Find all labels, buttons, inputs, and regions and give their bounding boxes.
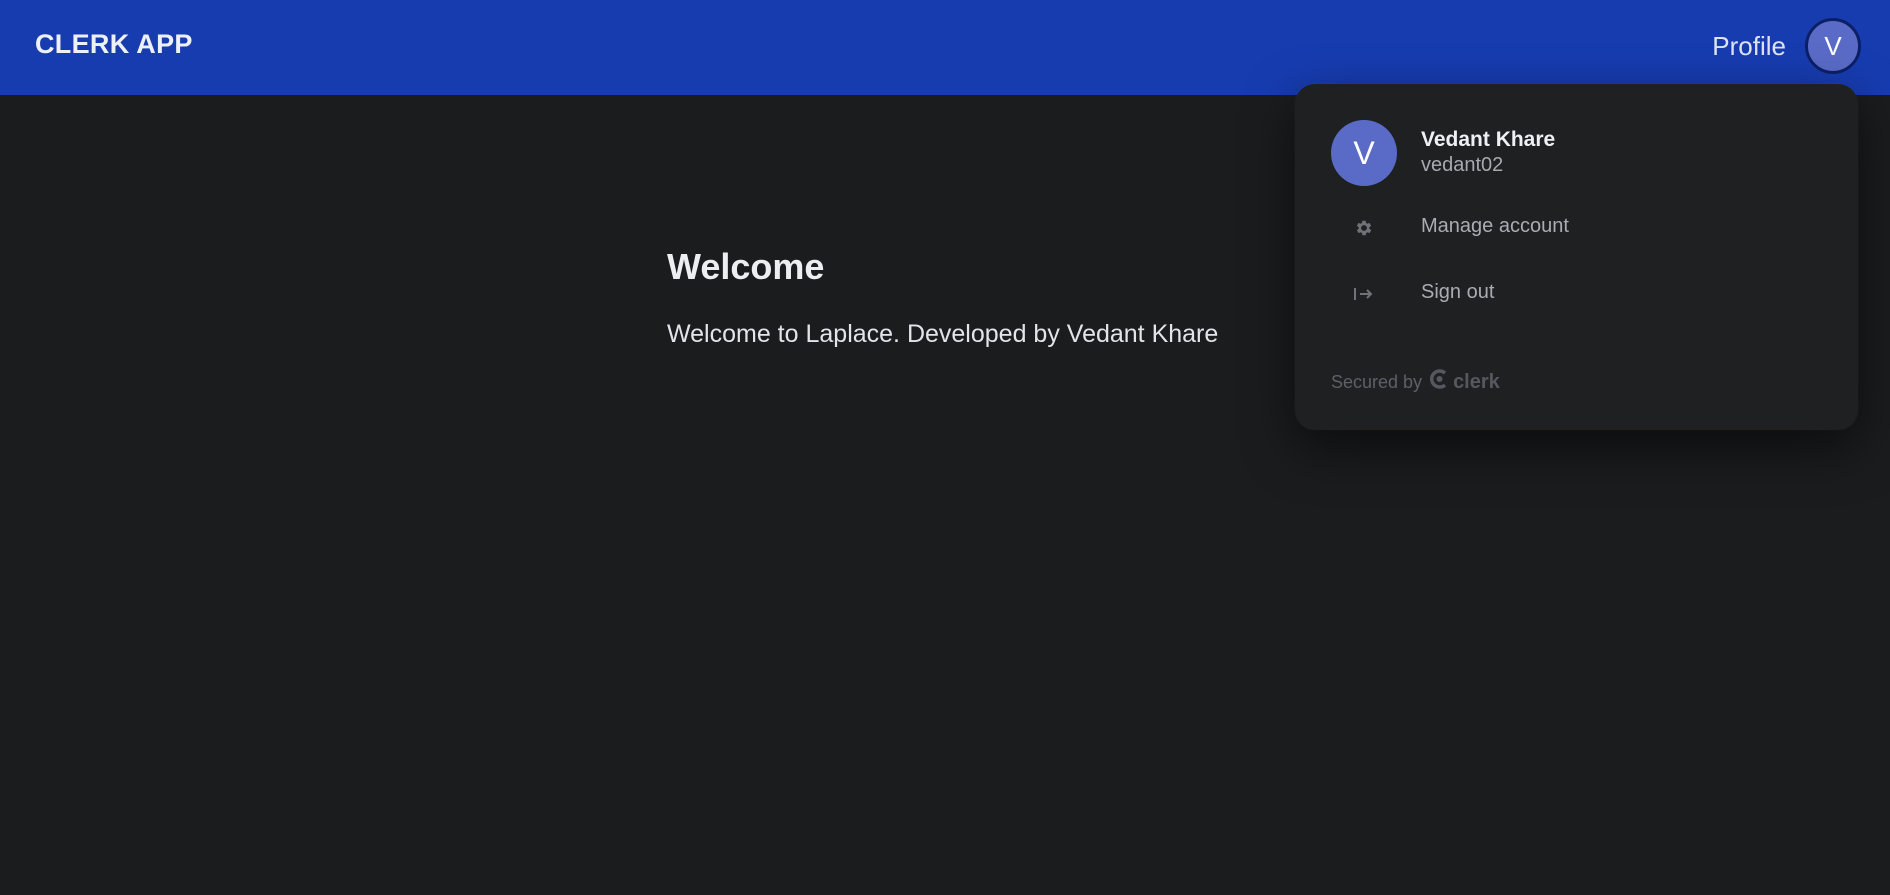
- secured-by-footer: Secured by clerk: [1331, 368, 1500, 396]
- sign-out-label: Sign out: [1421, 281, 1495, 303]
- profile-link[interactable]: Profile: [1712, 31, 1786, 62]
- user-full-name: Vedant Khare: [1421, 128, 1556, 151]
- navbar: CLERK APP Profile V: [0, 0, 1890, 95]
- sign-out-button[interactable]: Sign out: [1295, 266, 1858, 322]
- secured-by-text: Secured by: [1331, 371, 1423, 392]
- sign-out-icon: [1351, 281, 1377, 307]
- user-menu-avatar: V: [1331, 120, 1397, 186]
- user-username: vedant02: [1421, 154, 1504, 176]
- clerk-logo[interactable]: clerk: [1430, 368, 1500, 396]
- page-title: Welcome: [667, 246, 825, 287]
- main-content: Welcome Welcome to Laplace. Developed by…: [667, 246, 1218, 349]
- gear-icon: [1351, 215, 1377, 241]
- clerk-logo-text: clerk: [1453, 370, 1500, 393]
- brand-logo[interactable]: CLERK APP: [35, 29, 193, 60]
- user-avatar-button[interactable]: V: [1805, 18, 1861, 74]
- clerk-logo-icon: [1430, 368, 1450, 396]
- manage-account-label: Manage account: [1421, 215, 1569, 237]
- user-menu-popover: V Vedant Khare vedant02 Manage account S…: [1295, 84, 1858, 430]
- welcome-message: Welcome to Laplace. Developed by Vedant …: [667, 320, 1219, 348]
- manage-account-button[interactable]: Manage account: [1295, 200, 1858, 256]
